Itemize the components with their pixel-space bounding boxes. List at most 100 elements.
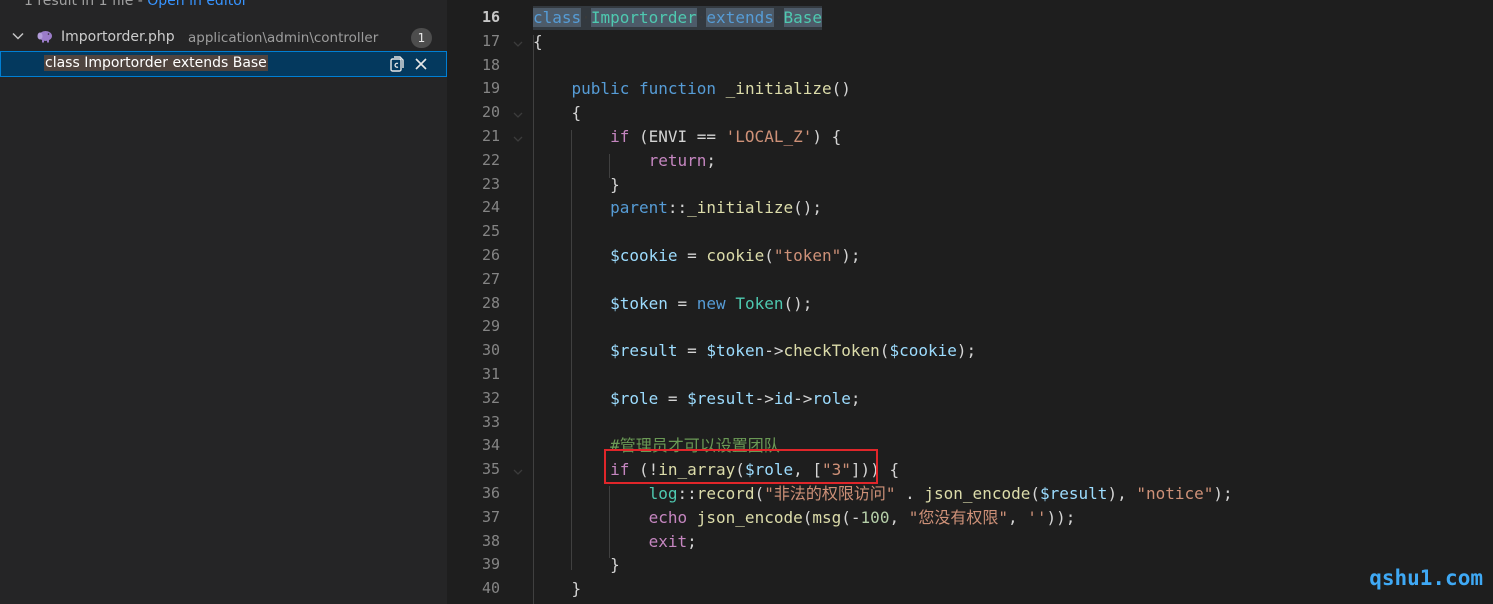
code-token: · — [581, 8, 591, 27]
code-token: (); — [793, 198, 822, 218]
code-token: ; — [687, 531, 697, 551]
code-token: checkToken — [783, 341, 880, 361]
code-line: $token = new Token(); — [533, 292, 812, 316]
code-token: · — [696, 8, 707, 27]
code-token: json_encode — [924, 484, 1031, 503]
line-number: 36 — [481, 484, 500, 502]
open-in-editor-link[interactable]: Open in editor — [147, 0, 247, 9]
line-number: 26 — [481, 246, 500, 264]
code-token: '' — [1027, 507, 1047, 527]
code-token: { — [533, 31, 543, 51]
code-token: id — [773, 388, 794, 408]
file-result-row[interactable]: Importorder.php application\admin\contro… — [0, 26, 447, 50]
code-token: role — [812, 388, 851, 408]
line-number: 21 — [481, 127, 500, 145]
code-token: ); — [1213, 484, 1233, 503]
code-token: { — [571, 103, 582, 123]
replace-icon[interactable] — [389, 55, 405, 73]
match-count-badge: 1 — [411, 28, 432, 48]
code-line: $cookie = cookie("token"); — [533, 244, 860, 268]
code-token: :: — [677, 484, 697, 503]
code-token: $result — [610, 341, 678, 361]
code-token: "token" — [773, 246, 842, 265]
match-result-row[interactable]: class Importorder extends Base — [0, 51, 447, 77]
code-line: } — [533, 173, 620, 197]
code-line: public function _initialize() — [533, 77, 851, 101]
code-token: , — [889, 507, 909, 527]
search-summary: 1 result in 1 file - Open in editor — [24, 0, 248, 9]
code-token: return — [648, 150, 707, 170]
code-line: $role = $result->id->role; — [533, 387, 860, 411]
code-token: · — [773, 8, 784, 27]
line-number: 38 — [481, 531, 500, 550]
line-number: 24 — [481, 198, 500, 217]
code-line: { — [533, 101, 582, 125]
code-line: log::record("非法的权限访问" . json_encode($res… — [533, 482, 1233, 506]
code-line: exit; — [533, 530, 697, 554]
fold-chevron-icon[interactable] — [513, 39, 523, 49]
code-token: ), — [1107, 484, 1137, 503]
code-token: , — [1008, 507, 1028, 527]
code-token: } — [610, 555, 620, 575]
line-number: 28 — [481, 293, 500, 312]
line-number: 19 — [481, 79, 500, 98]
code-token: -> — [793, 388, 813, 408]
close-icon[interactable] — [413, 56, 429, 72]
code-token: } — [571, 579, 582, 599]
fold-chevron-icon[interactable] — [513, 134, 523, 144]
line-number: 30 — [481, 341, 500, 360]
code-line: } — [533, 553, 620, 577]
code-token: 'LOCAL_Z' — [725, 127, 813, 146]
fold-chevron-icon[interactable] — [513, 110, 523, 120]
code-token: $token — [610, 293, 668, 313]
code-token: = — [667, 293, 697, 313]
code-token: if — [610, 127, 630, 146]
code-token: ( — [802, 507, 813, 527]
line-number: 27 — [481, 269, 500, 288]
code-editor[interactable]: 16 17 18 19 20 21 22 23 24 25 26 27 28 29 30 31 32 33 34 35… — [447, 0, 1493, 604]
code-token: 100 — [860, 507, 890, 527]
code-token: $result — [1040, 484, 1108, 503]
code-token: ( — [754, 484, 765, 503]
code-token: msg — [812, 507, 842, 527]
chevron-down-icon[interactable] — [10, 28, 26, 44]
code-token: function — [638, 79, 717, 99]
code-line: class·Importorder·extends·Base — [533, 6, 823, 30]
code-token: _initialize — [687, 198, 794, 218]
code-token: () — [831, 79, 851, 99]
code-token: Importorder — [590, 8, 697, 27]
code-token: = — [677, 246, 707, 265]
watermark: qshu1.com — [1369, 566, 1483, 590]
code-token: _initialize — [725, 79, 832, 99]
fold-chevron-icon[interactable] — [513, 467, 523, 477]
line-number: 40 — [481, 579, 500, 598]
code-token: public — [571, 79, 630, 99]
code-line: parent::_initialize(); — [533, 196, 822, 220]
code-token: record — [696, 484, 755, 503]
code-token: = — [677, 341, 707, 361]
code-token: ( — [879, 341, 890, 361]
code-token: } — [610, 174, 620, 194]
code-token: "非法的权限访问" — [764, 484, 896, 503]
line-number: 20 — [481, 103, 500, 122]
line-number: 34 — [481, 436, 500, 455]
line-number: 16 — [481, 8, 500, 26]
php-elephant-icon — [37, 31, 52, 43]
code-token: class — [533, 8, 582, 27]
code-area[interactable]: class·Importorder·extends·Base{ public f… — [533, 0, 1493, 604]
line-number: 31 — [481, 365, 500, 383]
line-number: 33 — [481, 412, 500, 431]
code-line: { — [533, 30, 543, 54]
